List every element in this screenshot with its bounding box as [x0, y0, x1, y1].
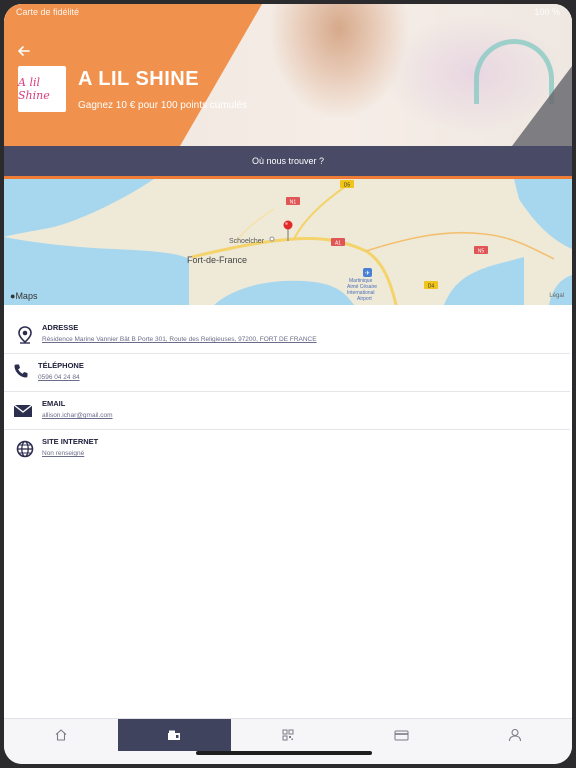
map-view[interactable]: D5 N1 A1 N5 D4 Schoelcher Fort-de-France…: [4, 179, 572, 305]
header-corner-triangle: [512, 66, 572, 146]
road-badge-n5-text: N5: [478, 249, 485, 255]
user-icon: [509, 728, 522, 742]
map-label-fort-de-france: Fort-de-France: [187, 255, 247, 265]
app-screen: Carte de fidélité 100 % A lil Shine A LI…: [4, 4, 572, 764]
map-canvas: D5 N1 A1 N5 D4 Schoelcher Fort-de-France…: [4, 179, 572, 305]
reward-text: Gagnez 10 € pour 100 points cumulés: [78, 100, 247, 111]
phone-link[interactable]: 0596 04 24 84: [38, 374, 80, 381]
phone-row: TÉLÉPHONE 0596 04 24 84: [4, 354, 570, 392]
status-app-name: Carte de fidélité: [16, 7, 80, 17]
home-icon: [55, 729, 67, 741]
location-pin-icon: [14, 324, 36, 346]
store-logo-text: A lil Shine: [18, 76, 50, 102]
globe-icon: [14, 438, 36, 460]
map-label-schoelcher: Schoelcher: [229, 238, 265, 245]
back-button[interactable]: [12, 42, 36, 66]
store-logo: A lil Shine: [18, 66, 66, 112]
store-icon: [168, 730, 181, 740]
section-title-bar: Où nous trouver ?: [4, 146, 572, 179]
section-title: Où nous trouver ?: [251, 156, 325, 166]
email-link[interactable]: allison.ichar@gmail.com: [42, 412, 113, 419]
home-indicator[interactable]: [196, 751, 372, 755]
website-row: SITE INTERNET Non renseigné: [4, 430, 570, 467]
store-header: A lil Shine A LIL SHINE Gagnez 10 € pour…: [4, 4, 572, 146]
website-link[interactable]: Non renseigné: [42, 450, 84, 457]
bottom-tab-bar: [4, 718, 572, 764]
envelope-icon: [12, 400, 34, 422]
address-label: ADRESSE: [42, 323, 79, 332]
tab-card[interactable]: [345, 719, 459, 751]
phone-label: TÉLÉPHONE: [38, 361, 84, 370]
arrow-left-icon: [18, 46, 30, 56]
contact-list: ADRESSE Résidence Marine Vannier Bât B P…: [4, 316, 572, 467]
address-row: ADRESSE Résidence Marine Vannier Bât B P…: [4, 316, 570, 354]
map-legal-link[interactable]: Légal: [549, 293, 564, 299]
store-name: A LIL SHINE: [78, 68, 200, 90]
phone-icon: [10, 360, 32, 382]
tab-profile[interactable]: [458, 719, 572, 751]
maps-attribution: ●Maps: [10, 291, 38, 301]
tab-qr[interactable]: [231, 719, 345, 751]
road-badge-d4-text: D4: [428, 284, 435, 290]
svg-text:✈: ✈: [365, 270, 370, 277]
website-label: SITE INTERNET: [42, 437, 99, 446]
card-icon: [394, 730, 409, 740]
map-label-airport-4: Airport: [357, 296, 372, 302]
tab-home[interactable]: [4, 719, 118, 751]
email-label: EMAIL: [42, 399, 66, 408]
email-row: EMAIL allison.ichar@gmail.com: [4, 392, 570, 430]
road-badge-n1-text: N1: [290, 200, 297, 206]
address-link[interactable]: Résidence Marine Vannier Bât B Porte 301…: [42, 336, 317, 343]
status-battery: 100 %: [534, 7, 560, 17]
tab-stores[interactable]: [117, 719, 232, 751]
qr-code-icon: [282, 729, 294, 741]
road-badge-a1-text: A1: [335, 241, 341, 247]
road-badge-d5-text: D5: [344, 183, 351, 189]
status-bar: Carte de fidélité 100 %: [4, 4, 572, 20]
